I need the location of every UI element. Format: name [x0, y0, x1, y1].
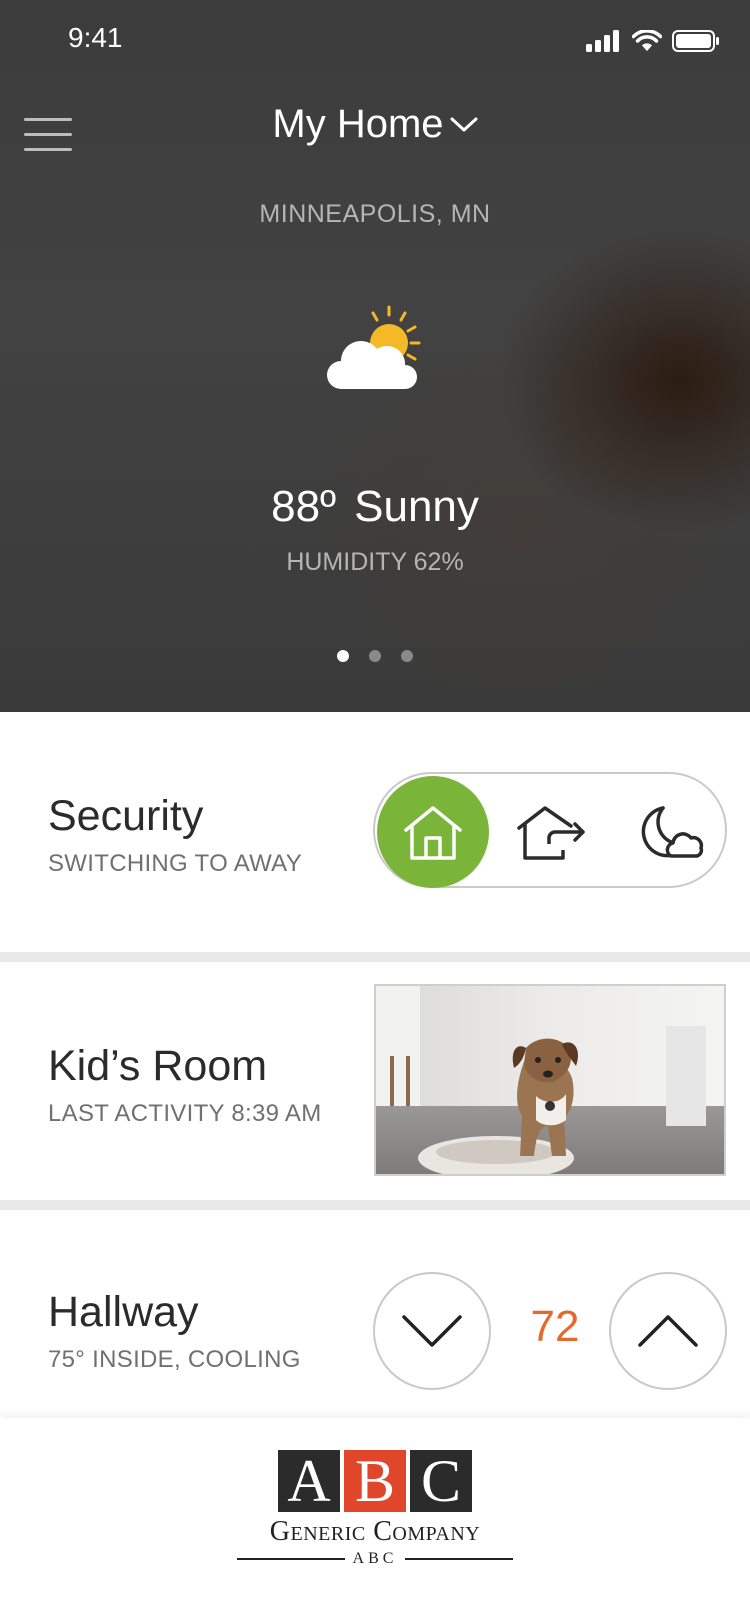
- camera-snapshot-image: [376, 986, 724, 1174]
- camera-thumbnail[interactable]: [374, 984, 726, 1176]
- mode-home-button[interactable]: [377, 776, 489, 888]
- page-dot-1[interactable]: [337, 650, 349, 662]
- security-title: Security: [48, 792, 204, 840]
- temperature-up-button[interactable]: [609, 1272, 727, 1390]
- weather-hero: 9:41 My Home MINNEAPOLIS, MN 88º Sunny H…: [0, 0, 750, 712]
- status-bar: 9:41: [0, 0, 750, 80]
- page-dot-3[interactable]: [401, 650, 413, 662]
- card-divider: [0, 1200, 750, 1210]
- logo-rule-right: [405, 1558, 514, 1560]
- company-logo: A B C Generic Company ABC: [230, 1450, 520, 1568]
- humidity-label: HUMIDITY 62%: [286, 548, 464, 576]
- footer: A B C Generic Company ABC: [0, 1418, 750, 1624]
- logo-tag-text: ABC: [352, 1550, 398, 1567]
- mode-away-button[interactable]: [495, 776, 607, 888]
- status-icons: [586, 30, 720, 52]
- battery-icon: [672, 30, 719, 52]
- weather-summary: 88º Sunny: [0, 482, 750, 532]
- temperature: 88º: [271, 482, 337, 531]
- chevron-down-icon: [402, 1315, 462, 1347]
- menu-icon-line: [24, 148, 72, 151]
- logo-letter-a: A: [278, 1450, 340, 1512]
- temperature-down-button[interactable]: [373, 1272, 491, 1390]
- away-icon: [517, 806, 585, 860]
- temperature-setpoint: 72: [530, 1302, 580, 1351]
- logo-letters: A B C: [230, 1450, 520, 1512]
- signal-icon: [586, 30, 619, 52]
- page-dot-2[interactable]: [369, 650, 381, 662]
- wifi-icon: [632, 30, 662, 51]
- logo-rule-left: [236, 1558, 345, 1560]
- home-selector[interactable]: My Home: [0, 102, 750, 147]
- page-indicator: [0, 650, 750, 662]
- card-divider: [0, 952, 750, 962]
- location-label: MINNEAPOLIS, MN: [259, 200, 491, 228]
- home-title: My Home: [272, 102, 444, 146]
- home-icon: [404, 806, 462, 860]
- security-mode-switch: [373, 772, 727, 888]
- night-icon: [641, 806, 704, 858]
- logo-letter-b: B: [344, 1450, 406, 1512]
- security-status: SWITCHING TO AWAY: [48, 850, 303, 877]
- camera-title: Kid’s Room: [48, 1042, 268, 1090]
- chevron-up-icon: [638, 1315, 698, 1347]
- logo-letter-c: C: [410, 1450, 472, 1512]
- thermostat-status: 75° INSIDE, COOLING: [48, 1346, 301, 1373]
- status-time: 9:41: [68, 22, 123, 53]
- partly-sunny-icon: [327, 305, 421, 389]
- logo-tagline: ABC: [230, 1550, 520, 1568]
- weather-condition: Sunny: [354, 482, 479, 531]
- logo-company-name: Generic Company: [269, 1516, 481, 1547]
- thermostat-title: Hallway: [48, 1288, 199, 1336]
- camera-status: LAST ACTIVITY 8:39 AM: [48, 1100, 322, 1127]
- mode-night-button[interactable]: [613, 776, 725, 888]
- chevron-down-icon: [450, 117, 478, 131]
